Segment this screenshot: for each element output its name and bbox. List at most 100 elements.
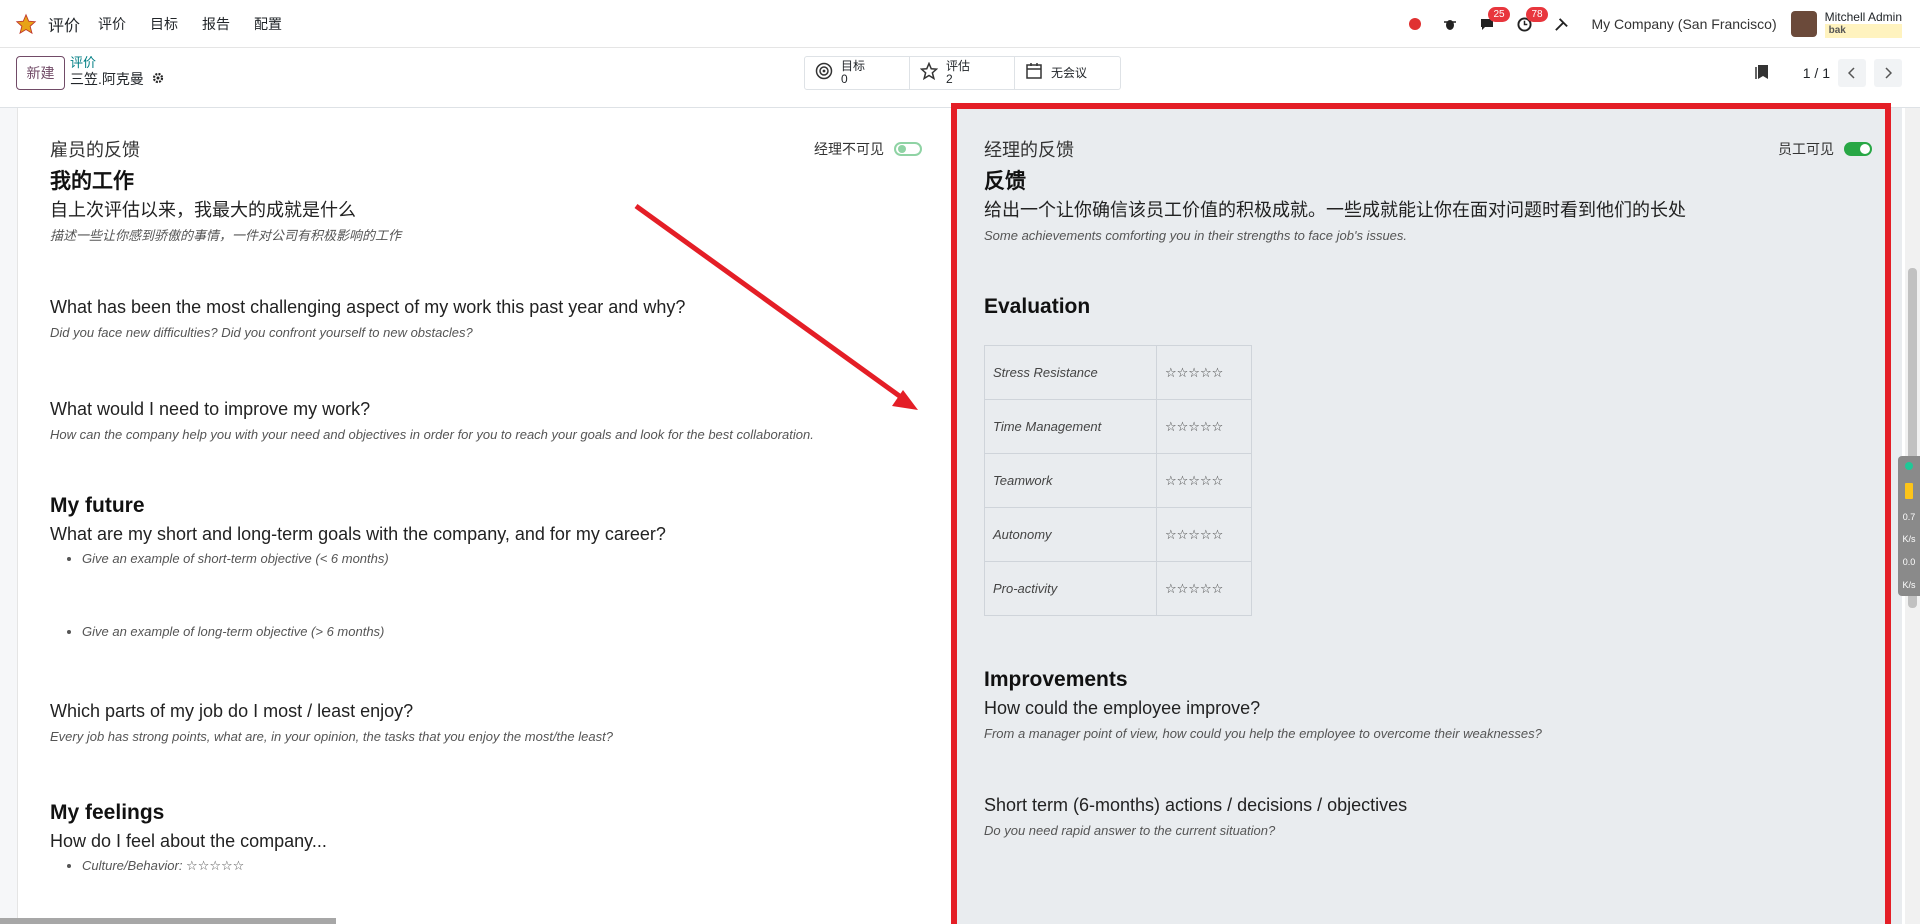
star-rating[interactable]: ☆☆☆☆☆: [1156, 345, 1252, 400]
question-challenging: What has been the most challenging aspec…: [50, 297, 686, 317]
tools-icon[interactable]: [1554, 17, 1569, 32]
table-row: Stress Resistance ☆☆☆☆☆: [984, 345, 1252, 400]
stat-appraisals-value: 2: [946, 72, 953, 86]
new-button[interactable]: 新建: [16, 56, 65, 90]
network-speed-widget: 0.7 K/s 0.0 K/s: [1898, 456, 1920, 596]
breadcrumb-current: 三笠.阿克曼: [70, 70, 164, 88]
record-name: 三笠.阿克曼: [70, 71, 144, 87]
battery-icon: [1905, 482, 1913, 499]
star-rating[interactable]: ☆☆☆☆☆: [1156, 453, 1252, 508]
app-logo-icon[interactable]: [14, 12, 38, 36]
upload-unit: K/s: [1902, 534, 1916, 545]
hint-challenging: Did you face new difficulties? Did you c…: [50, 325, 473, 340]
menu-appraisal[interactable]: 评价: [98, 14, 126, 34]
user-avatar[interactable]: [1790, 11, 1817, 37]
manager-feedback-panel[interactable]: 经理的反馈 员工可见 反馈 给出一个让你确信该员工价值的积极成就。一些成就能让你…: [952, 108, 1902, 924]
pager-previous-button[interactable]: [1838, 59, 1866, 87]
manager-feedback-title: 经理的反馈: [984, 140, 1074, 160]
manager-visibility-label: 经理不可见: [814, 141, 884, 157]
employee-visibility-label: 员工可见: [1778, 141, 1834, 157]
table-row: Teamwork ☆☆☆☆☆: [984, 453, 1252, 508]
criterion-cell: Autonomy: [984, 507, 1157, 562]
chat-badge: 25: [1488, 7, 1510, 22]
status-dot-icon: [1905, 462, 1913, 471]
chat-icon[interactable]: 25: [1479, 7, 1510, 31]
clock-icon[interactable]: 78: [1517, 6, 1548, 32]
goals-list: Give an example of short-term objective …: [82, 550, 922, 641]
stat-meeting-label: 无会议: [1051, 65, 1088, 80]
hint-positive-achievement: Some achievements comforting you in thei…: [984, 228, 1408, 243]
form-sheet: 雇员的反馈 经理不可见 我的工作 自上次评估以来，我最大的成就是什么 描述一些让…: [17, 108, 1905, 924]
manager-visibility-toggle[interactable]: 经理不可见: [814, 139, 922, 159]
menu-goals[interactable]: 目标: [150, 14, 178, 34]
control-panel: 新建 评价 三笠.阿克曼 目标 0 评估 2 无会议 1 / 1: [0, 48, 1920, 108]
employee-feedback-title: 雇员的反馈: [50, 140, 140, 160]
upload-speed: 0.7: [1902, 511, 1916, 522]
activity-badge: 78: [1526, 6, 1548, 22]
question-goals: What are my short and long-term goals wi…: [50, 524, 666, 544]
pager-value[interactable]: 1 / 1: [1803, 65, 1830, 81]
table-row: Pro-activity ☆☆☆☆☆: [984, 561, 1252, 616]
app-name[interactable]: 评价: [48, 12, 80, 36]
section-feedback: 反馈: [984, 170, 1026, 193]
list-item: Culture/Behavior: ☆☆☆☆☆: [82, 857, 922, 875]
stat-goals-button[interactable]: 目标 0: [805, 57, 910, 89]
stat-meeting-button[interactable]: 无会议: [1015, 57, 1120, 89]
toggle-on-icon[interactable]: [1844, 142, 1872, 156]
criterion-cell: Time Management: [984, 399, 1157, 454]
criterion-cell: Pro-activity: [984, 561, 1157, 616]
hint-enjoy: Every job has strong points, what are, i…: [50, 729, 613, 744]
criterion-cell: Teamwork: [984, 453, 1157, 508]
employee-visibility-toggle[interactable]: 员工可见: [1778, 139, 1872, 159]
menu-configuration[interactable]: 配置: [254, 14, 282, 34]
question-short-term: Short term (6-months) actions / decision…: [984, 795, 1408, 815]
star-icon: [919, 61, 939, 85]
pager-next-button[interactable]: [1874, 59, 1902, 87]
user-name: Mitchell Admin: [1824, 10, 1902, 24]
breadcrumb-parent[interactable]: 评价: [70, 56, 164, 70]
list-item: Give an example of short-term objective …: [82, 550, 922, 568]
bug-icon[interactable]: [1443, 17, 1457, 31]
section-my-feelings: My feelings: [50, 801, 165, 824]
section-my-work: 我的工作: [50, 170, 134, 193]
employee-feedback-panel[interactable]: 雇员的反馈 经理不可见 我的工作 自上次评估以来，我最大的成就是什么 描述一些让…: [18, 108, 952, 924]
table-row: Autonomy ☆☆☆☆☆: [984, 507, 1252, 562]
star-rating[interactable]: ☆☆☆☆☆: [1156, 561, 1252, 616]
hint-employee-improve: From a manager point of view, how could …: [984, 726, 1542, 741]
smart-buttons: 目标 0 评估 2 无会议: [804, 56, 1121, 90]
record-icon[interactable]: [1409, 18, 1422, 30]
download-unit: K/s: [1902, 579, 1916, 590]
section-improvements: Improvements: [984, 668, 1128, 691]
download-speed: 0.0: [1902, 556, 1916, 567]
stat-appraisals-button[interactable]: 评估 2: [910, 57, 1015, 89]
top-navbar: 评价 评价 目标 报告 配置 25 78 My Company (San Fra…: [0, 0, 1920, 48]
question-achievement: 自上次评估以来，我最大的成就是什么: [50, 200, 356, 220]
gear-icon[interactable]: [152, 70, 164, 88]
question-improve-work: What would I need to improve my work?: [50, 399, 371, 419]
star-rating[interactable]: ☆☆☆☆☆: [1156, 507, 1252, 562]
question-feel-company: How do I feel about the company...: [50, 831, 327, 851]
pager: 1 / 1: [1755, 56, 1902, 90]
systray: 25 78 My Company (San Francisco) Mitchel…: [1409, 0, 1920, 48]
bookmark-icon[interactable]: [1755, 64, 1769, 83]
hint-short-term: Do you need rapid answer to the current …: [984, 823, 1276, 838]
toggle-off-icon[interactable]: [894, 142, 922, 156]
user-menu[interactable]: Mitchell Admin bak: [1824, 10, 1902, 38]
calendar-icon: [1025, 62, 1043, 85]
table-row: Time Management ☆☆☆☆☆: [984, 399, 1252, 454]
question-positive-achievement: 给出一个让你确信该员工价值的积极成就。一些成就能让你在面对问题时看到他们的长处: [984, 200, 1686, 220]
question-employee-improve: How could the employee improve?: [984, 698, 1261, 718]
stat-goals-value: 0: [841, 72, 848, 86]
hint-achievement: 描述一些让你感到骄傲的事情，一件对公司有积极影响的工作: [50, 228, 402, 243]
section-my-future: My future: [50, 494, 145, 517]
form-view: 雇员的反馈 经理不可见 我的工作 自上次评估以来，我最大的成就是什么 描述一些让…: [0, 108, 1920, 924]
menu-reports[interactable]: 报告: [202, 14, 230, 34]
hint-improve-work: How can the company help you with your n…: [50, 427, 814, 442]
breadcrumb: 评价 三笠.阿克曼: [70, 56, 164, 88]
horizontal-scroll-indicator: [0, 918, 336, 924]
star-rating[interactable]: ☆☆☆☆☆: [1156, 399, 1252, 454]
list-item: Give an example of long-term objective (…: [82, 623, 922, 641]
feelings-list: Culture/Behavior: ☆☆☆☆☆: [82, 857, 922, 875]
company-switcher[interactable]: My Company (San Francisco): [1591, 16, 1776, 32]
question-enjoy: Which parts of my job do I most / least …: [50, 701, 414, 721]
